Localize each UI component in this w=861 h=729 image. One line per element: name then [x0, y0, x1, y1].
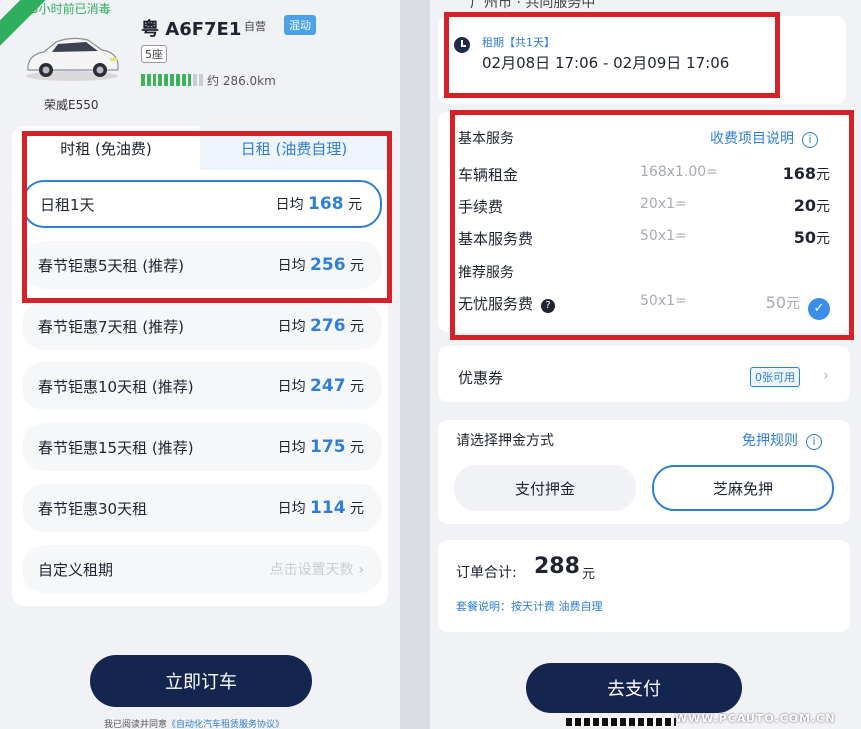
- fee-row: 车辆租金 168x1.00= 168元: [458, 164, 830, 185]
- rental-mode-tabs: 时租 (免油费) 日租 (油费自理): [12, 126, 388, 170]
- battery-segment: [141, 74, 145, 86]
- plan-option[interactable]: 日租1天 日均 168 元: [22, 180, 382, 228]
- total-amount: 288: [534, 554, 580, 579]
- battery-segment: [170, 74, 174, 86]
- plan-label: 春节钜惠10天租 (推荐): [38, 377, 194, 396]
- package-note: 套餐说明：按天计费 油费自理: [456, 600, 603, 613]
- fee-calc: 20x1=: [640, 196, 687, 212]
- info-icon: i: [806, 434, 822, 450]
- plan-price: 日均 256 元: [277, 255, 364, 275]
- order-panel: 广州市 · 共同服务中 租期【共1天】 02月08日 17:06 - 02月09…: [430, 0, 861, 729]
- plan-label: 春节钜惠7天租 (推荐): [38, 317, 185, 336]
- battery-segment: [199, 74, 203, 86]
- basic-service-title: 基本服务: [458, 131, 514, 147]
- period-label: 租期【共1天】: [482, 36, 555, 49]
- fee-name: 无忧服务费?: [458, 295, 556, 313]
- fee-calc: 168x1.00=: [640, 164, 718, 180]
- custom-period-label: 自定义租期: [38, 560, 114, 579]
- plan-option[interactable]: 春节钜惠10天租 (推荐) 日均 247 元: [22, 362, 382, 410]
- battery-segment: [158, 74, 163, 86]
- check-icon: ✓: [7, 0, 18, 15]
- custom-period-option[interactable]: 自定义租期 点击设置天数 ›: [22, 545, 382, 593]
- period-range: 02月08日 17:06 - 02月09日 17:06: [482, 54, 730, 72]
- plan-price: 日均 168 元: [275, 194, 362, 214]
- agreement-link[interactable]: 《自动化汽车租赁服务协议》: [167, 720, 284, 729]
- coupon-label: 优惠券: [458, 369, 504, 387]
- self-operated-tag: 自营: [240, 17, 270, 35]
- tab-daily[interactable]: 日租 (油费自理): [200, 126, 388, 170]
- plan-option[interactable]: 春节钜惠5天租 (推荐) 日均 256 元: [22, 241, 382, 289]
- battery-segment: [187, 74, 192, 86]
- order-total-card: [438, 540, 850, 632]
- fee-row: 基本服务费 50x1= 50元: [458, 228, 830, 249]
- battery-segment: [146, 74, 151, 86]
- plan-option[interactable]: 春节钜惠15天租 (推荐) 日均 175 元: [22, 423, 382, 471]
- car-image: [26, 37, 119, 81]
- plan-price: 日均 114 元: [277, 498, 364, 518]
- fee-amount: 50元: [793, 228, 830, 247]
- plan-label: 日租1天: [40, 195, 95, 214]
- plan-price: 日均 247 元: [277, 376, 364, 396]
- deposit-label: 请选择押金方式: [456, 433, 554, 449]
- plan-price: 日均 276 元: [277, 316, 364, 336]
- fee-amount: 20元: [793, 196, 830, 215]
- chevron-right-icon: ›: [823, 366, 829, 384]
- plan-label: 春节钜惠5天租 (推荐): [38, 256, 185, 275]
- watermark: WWW.PCAUTO.COM.CN: [675, 712, 836, 725]
- pay-deposit-button[interactable]: 支付押金: [454, 465, 636, 511]
- pay-button[interactable]: 去支付: [526, 663, 742, 713]
- plan-option[interactable]: 春节钜惠7天租 (推荐) 日均 276 元: [22, 302, 382, 350]
- range-text: 约 286.0km: [207, 74, 276, 88]
- hybrid-tag: 混动: [284, 15, 316, 35]
- custom-period-hint: 点击设置天数: [269, 562, 354, 578]
- seats-badge: 5座: [141, 45, 167, 63]
- clock-icon: [454, 37, 470, 53]
- deposit-free-button[interactable]: 芝麻免押: [652, 465, 834, 511]
- tab-hourly[interactable]: 时租 (免油费): [12, 126, 200, 170]
- fee-calc: 50x1=: [640, 293, 687, 309]
- battery-segment: [193, 74, 198, 86]
- plan-price: 日均 175 元: [277, 437, 364, 457]
- recommend-service-title: 推荐服务: [458, 265, 514, 281]
- agreement-text: 我已阅读并同意《自动化汽车租赁服务协议》: [104, 720, 285, 729]
- plate-number: 粤 A6F7E1: [141, 19, 242, 40]
- home-indicator: [566, 718, 676, 726]
- chevron-right-icon: ›: [358, 562, 364, 578]
- plan-label: 春节钜惠30天租: [38, 499, 148, 518]
- worry-free-row[interactable]: 无忧服务费? 50x1= 50元 ✓: [458, 293, 830, 320]
- battery-segment: [164, 74, 169, 86]
- book-now-button[interactable]: 立即订车: [90, 655, 312, 707]
- total-unit: 元: [582, 567, 596, 582]
- store-header: 广州市 · 共同服务中: [470, 0, 596, 11]
- fee-amount: 168元: [782, 164, 830, 183]
- help-icon[interactable]: ?: [541, 299, 556, 313]
- battery-segment: [175, 74, 180, 86]
- fee-name: 手续费: [458, 198, 504, 216]
- fee-calc: 50x1=: [640, 228, 687, 244]
- car-model: 荣威E550: [44, 98, 99, 112]
- checkbox-checked-icon[interactable]: ✓: [808, 298, 830, 320]
- fee-name: 基本服务费: [458, 230, 534, 248]
- deposit-rule-link[interactable]: 免押规则 i: [742, 430, 822, 450]
- battery-segment: [181, 74, 186, 86]
- disinfect-note: 5小时前已消毒: [31, 2, 111, 16]
- booking-panel: ✓ 5小时前已消毒 荣威E550 粤 A6F7E1 自营 混动 5座 约 286…: [0, 0, 400, 729]
- battery-indicator: [141, 74, 203, 86]
- fee-name: 车辆租金: [458, 166, 519, 184]
- coupon-count-badge: 0张可用: [750, 367, 800, 387]
- fee-amount: 50元 ✓: [766, 293, 830, 320]
- plan-label: 春节钜惠15天租 (推荐): [38, 438, 194, 457]
- battery-segment: [152, 74, 157, 86]
- plan-option[interactable]: 春节钜惠30天租 日均 114 元: [22, 484, 382, 532]
- total-label: 订单合计:: [456, 565, 517, 581]
- info-icon: i: [802, 132, 818, 148]
- fee-explanation-link[interactable]: 收费项目说明 i: [710, 128, 818, 148]
- panel-divider: [400, 0, 430, 729]
- fee-row: 手续费 20x1= 20元: [458, 196, 830, 217]
